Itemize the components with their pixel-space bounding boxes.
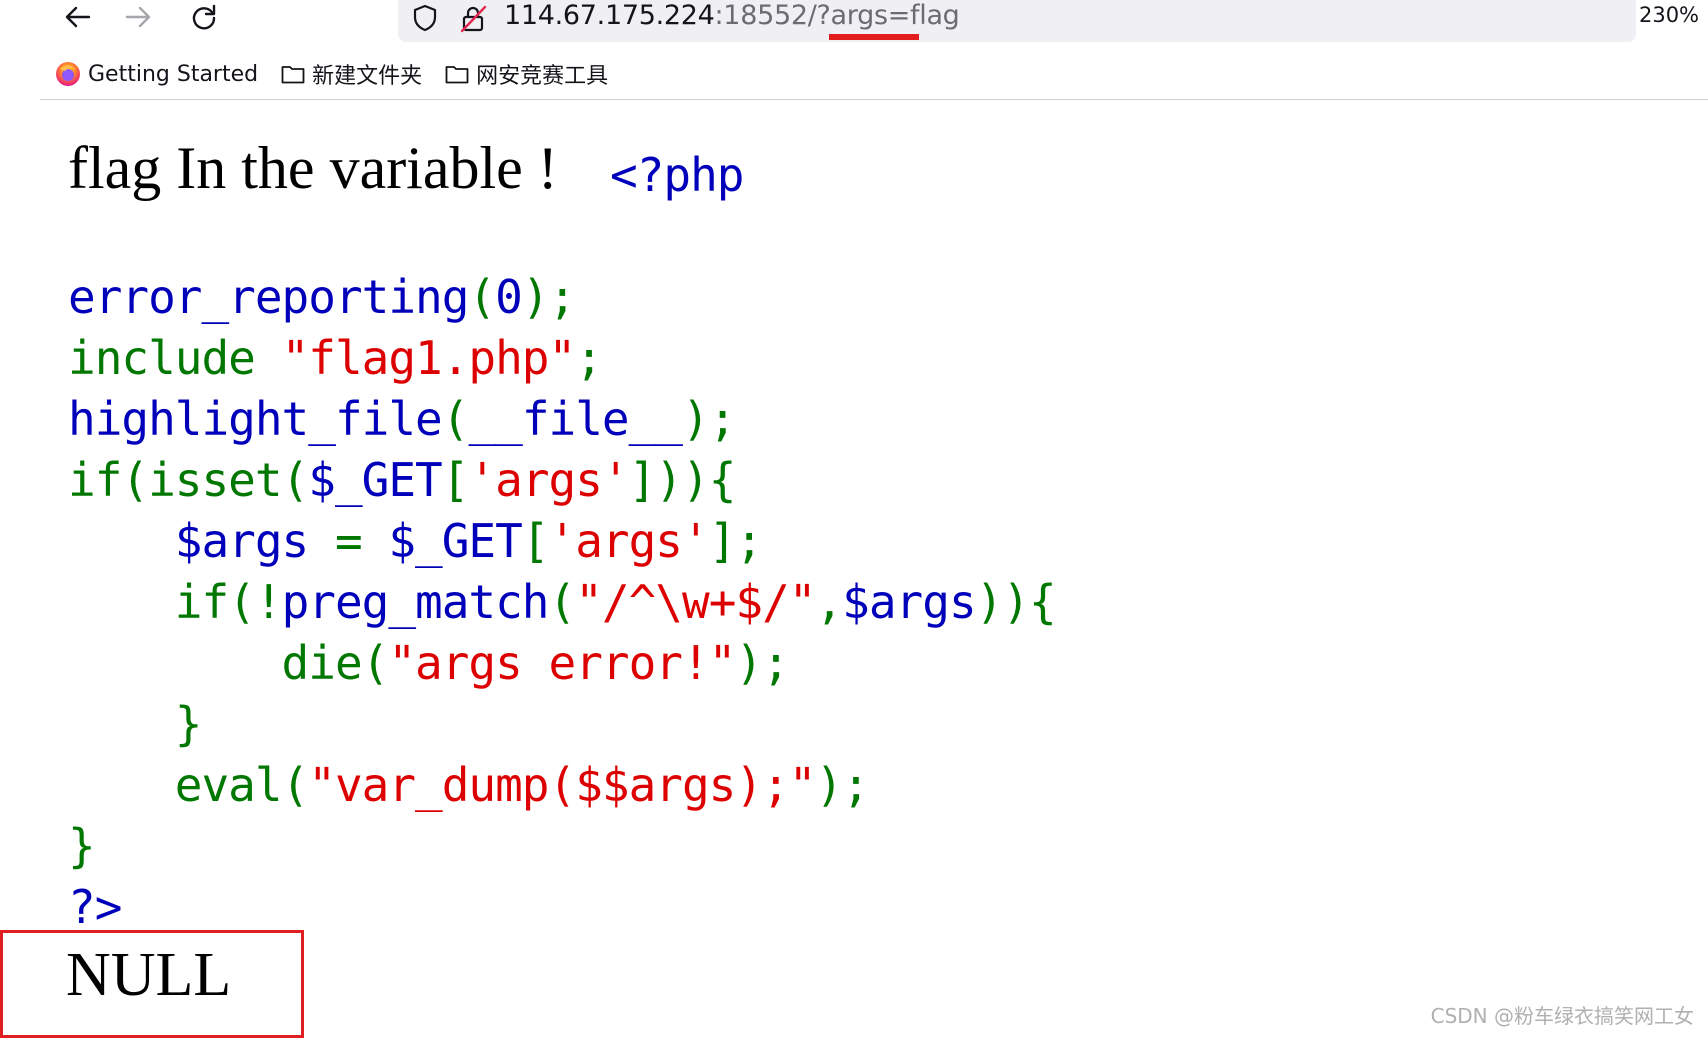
bookmark-label: 网安竞赛工具 (476, 64, 609, 89)
php-open-tag: <?php (610, 148, 744, 202)
forward-button[interactable] (116, 0, 160, 34)
bookmarks-toolbar: Getting Started 新建文件夹 网安竞赛工具 (40, 56, 1708, 92)
code-line-9: eval("var_dump($$args);"); (68, 758, 870, 812)
insecure-lock-icon[interactable] (458, 4, 488, 34)
url-param-highlight-underline (829, 34, 919, 40)
browser-toolbar: 114.67.175.224:18552/?args=flag 230% (0, 0, 1708, 46)
zoom-level-button[interactable]: 230% (1636, 0, 1702, 30)
tracking-protection-shield-icon[interactable] (412, 4, 438, 32)
reload-icon (192, 4, 216, 30)
var-dump-output: NULL (66, 941, 232, 1009)
toolbar-divider (40, 99, 1708, 100)
reload-button[interactable] (182, 0, 226, 34)
code-line-1: error_reporting(0); (68, 270, 576, 324)
folder-icon (281, 66, 305, 84)
back-arrow-icon (65, 6, 91, 28)
bookmark-folder-new[interactable]: 新建文件夹 (281, 58, 422, 90)
code-line-4: if(isset($_GET['args'])){ (68, 453, 736, 507)
code-line-5: $args = $_GET['args']; (68, 514, 763, 568)
code-line-10: } (68, 819, 96, 873)
bookmark-folder-tools[interactable]: 网安竞赛工具 (445, 58, 608, 90)
code-line-3: highlight_file(__file__); (68, 392, 736, 446)
url-text[interactable]: 114.67.175.224:18552/?args=flag (504, 0, 960, 34)
bookmark-getting-started[interactable]: Getting Started (55, 61, 258, 87)
folder-icon (445, 66, 469, 84)
bookmark-label: Getting Started (88, 61, 259, 87)
code-line-2: include "flag1.php"; (68, 331, 603, 385)
code-line-8: } (68, 697, 203, 751)
firefox-icon (56, 62, 80, 86)
php-source-code: <?php error_reporting(0); include "flag1… (68, 145, 1057, 938)
address-bar[interactable]: 114.67.175.224:18552/?args=flag (398, 0, 1636, 42)
forward-arrow-icon (125, 6, 151, 28)
back-button[interactable] (56, 0, 100, 34)
url-host: 114.67.175.224 (504, 0, 715, 31)
watermark: CSDN @粉车绿衣搞笑网工女 (1430, 1004, 1694, 1028)
code-line-7: die("args error!"); (68, 636, 790, 690)
php-close-tag: ?> (68, 880, 122, 934)
bookmark-label: 新建文件夹 (312, 64, 423, 89)
url-param-value: flag (910, 0, 960, 31)
code-line-6: if(!preg_match("/^\w+$/",$args)){ (68, 575, 1057, 629)
url-path: :18552/?args= (714, 0, 911, 31)
